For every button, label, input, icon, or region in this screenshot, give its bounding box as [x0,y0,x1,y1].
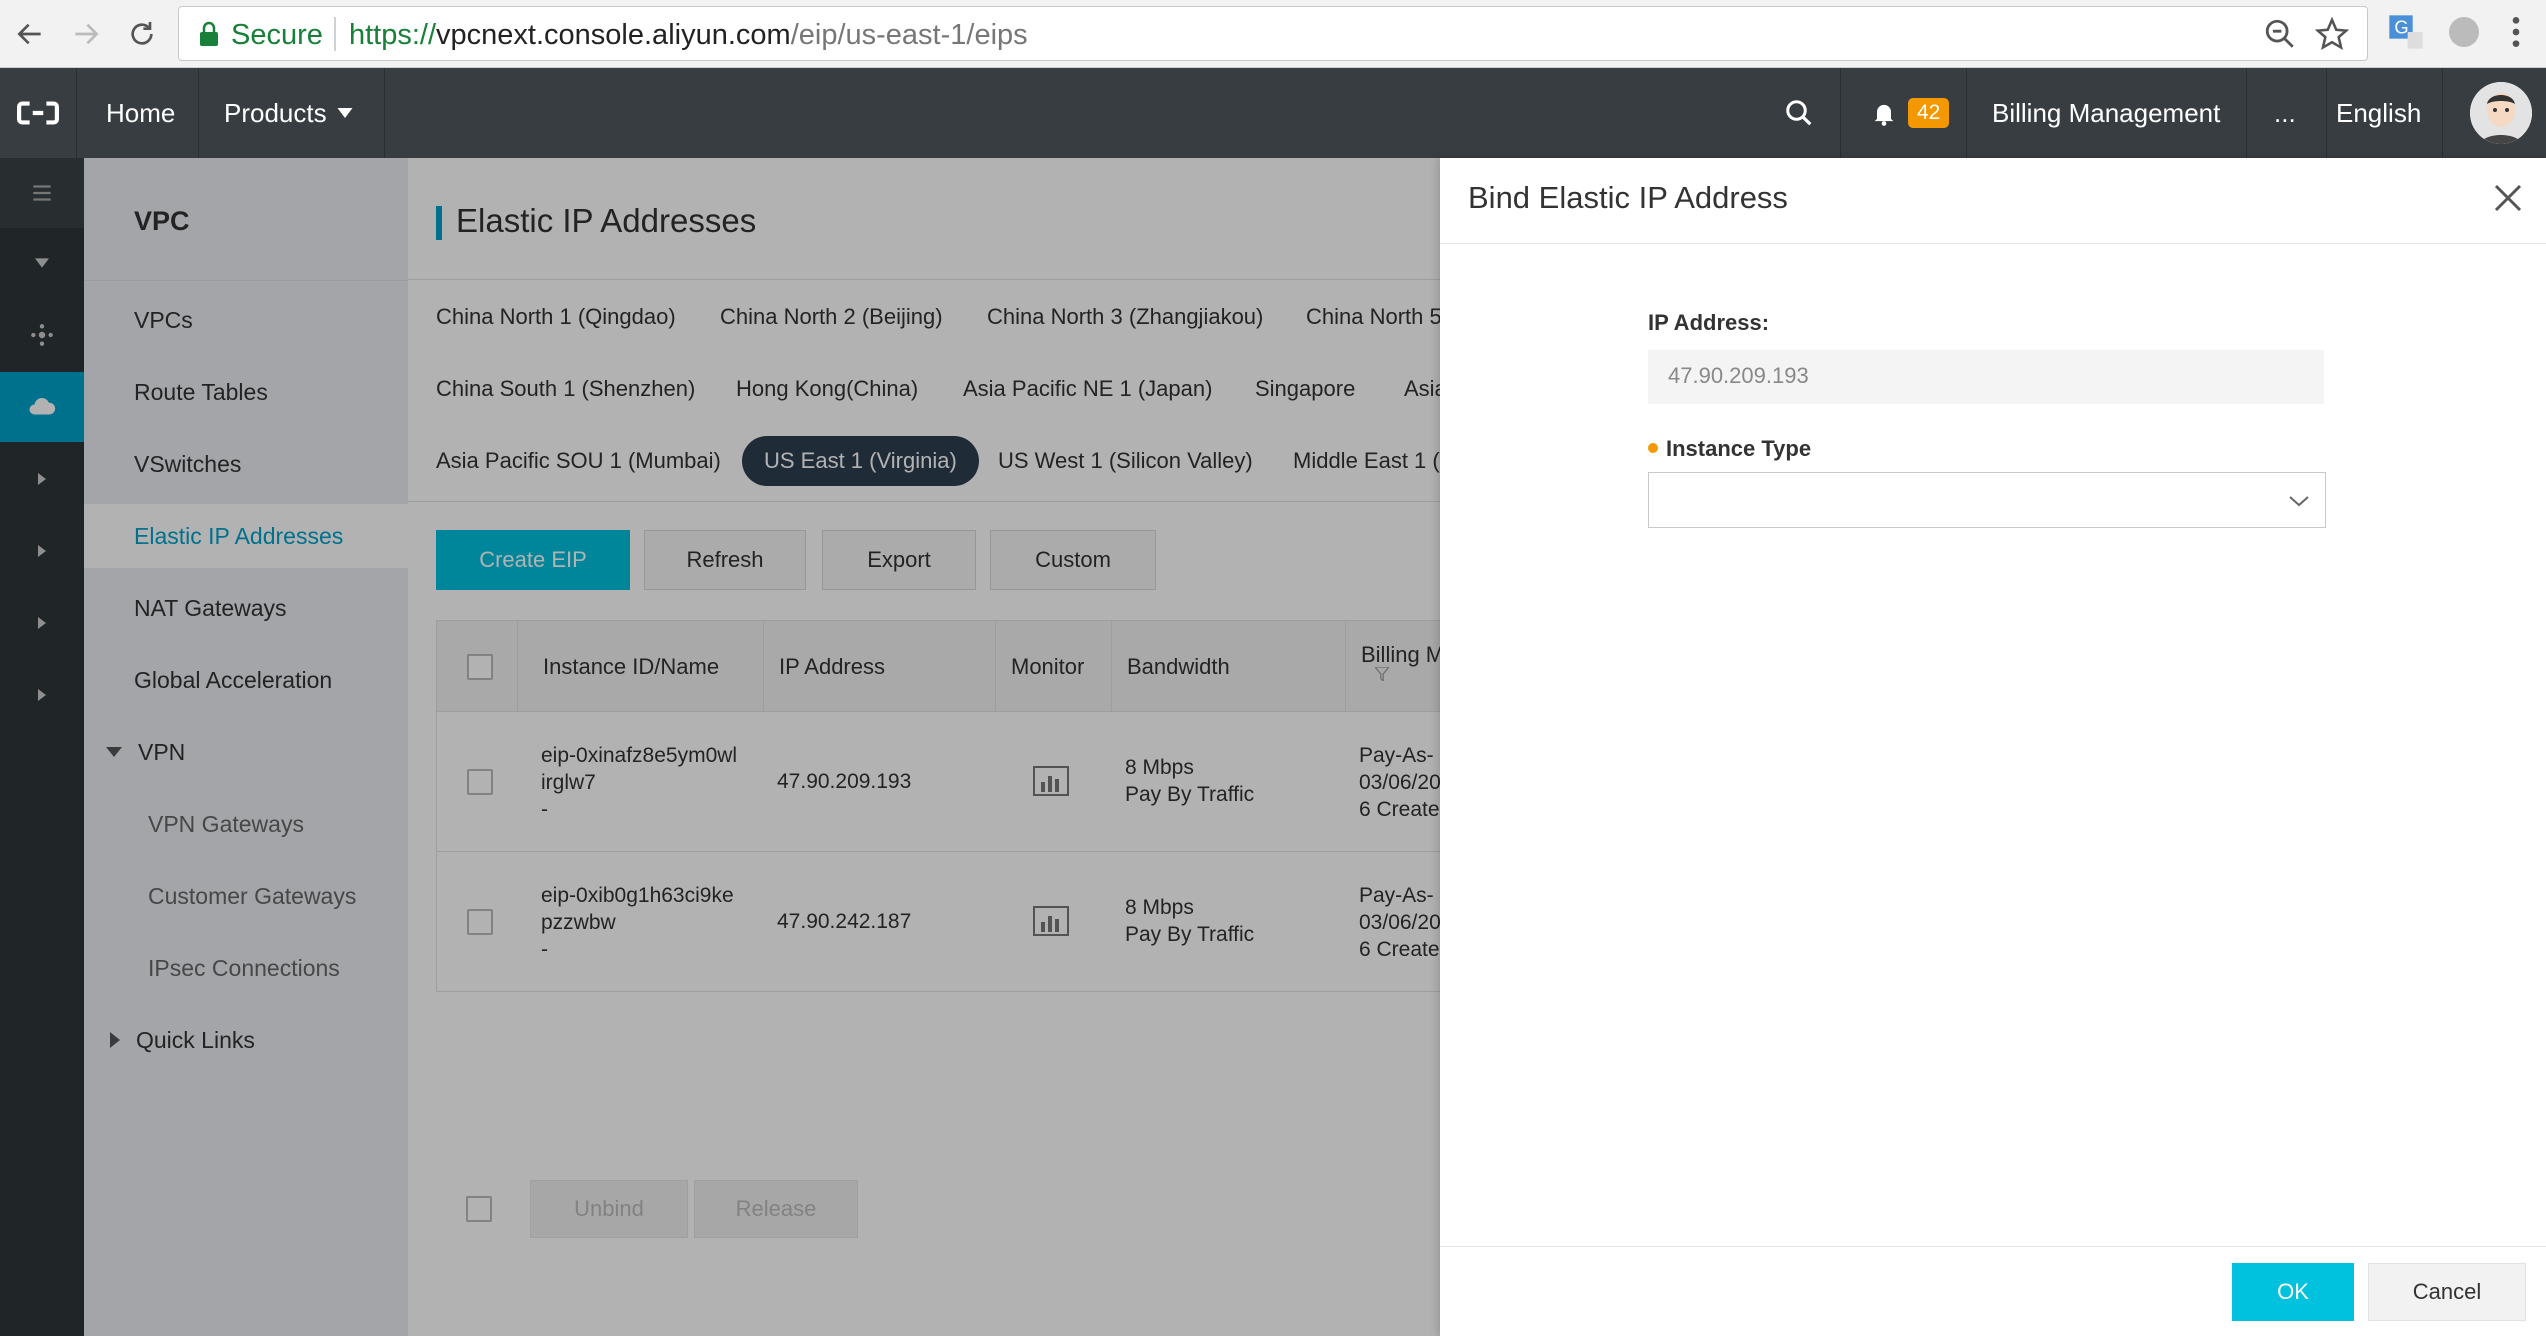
reload-icon[interactable] [120,12,164,56]
dialog-footer: OK Cancel [1440,1246,2546,1336]
products-label: Products [224,97,327,128]
dialog-title: Bind Elastic IP Address [1468,180,1788,215]
instance-type-label: Instance Type [1648,436,1811,462]
url-path: /eip/us-east-1/eips [790,19,1028,51]
notifications-badge: 42 [1908,98,1950,128]
home-link[interactable]: Home [82,68,199,158]
translate-extension-icon[interactable]: G [2386,12,2426,52]
back-icon[interactable] [8,12,52,56]
products-menu[interactable]: Products [200,68,377,158]
chevron-down-icon [2289,496,2309,507]
secure-label: Secure [231,19,323,51]
lock-icon [200,21,218,46]
notifications-button[interactable]: 42 [1846,68,1973,158]
ip-address-field: 47.90.209.193 [1648,350,2324,404]
url-scheme: https:// [349,19,437,51]
bind-eip-dialog: Bind Elastic IP Address IP Address: 47.9… [1440,158,2546,1336]
required-indicator [1648,443,1658,454]
cancel-button[interactable]: Cancel [2368,1263,2526,1321]
ip-address-label: IP Address: [1648,310,1770,335]
address-bar[interactable]: Secure https://vpcnext.console.aliyun.co… [178,6,2368,61]
forward-icon[interactable] [64,12,108,56]
dialog-header: Bind Elastic IP Address [1440,158,2546,244]
close-icon[interactable] [2490,180,2526,216]
address-separator [334,17,336,51]
bell-icon [1874,104,1894,126]
billing-management-link[interactable]: Billing Management [1968,68,2244,158]
aliyun-logo-icon[interactable] [0,68,76,158]
extension-icon[interactable] [2444,12,2484,52]
more-menu[interactable]: ... [2250,68,2320,158]
zoom-icon[interactable] [2263,17,2297,51]
instance-type-label-text: Instance Type [1666,436,1812,461]
caret-down-icon [337,108,353,118]
url-host: vpcnext.console.aliyun.com [436,19,791,51]
instance-type-select[interactable] [1648,472,2326,528]
bookmark-star-icon[interactable] [2315,17,2349,51]
search-icon [1786,100,1812,126]
user-avatar[interactable] [2470,82,2532,144]
url-text: https://vpcnext.console.aliyun.com/eip/u… [349,19,1028,52]
browser-menu-icon[interactable] [2496,12,2536,52]
browser-chrome: Secure https://vpcnext.console.aliyun.co… [0,0,2546,68]
search-button[interactable] [1760,68,1838,158]
modal-overlay[interactable] [0,158,1440,1336]
ok-button[interactable]: OK [2232,1263,2354,1321]
language-selector[interactable]: English [2312,68,2445,158]
console-topbar: Home Products 42 Billing Management ... … [0,68,2546,158]
svg-text:G: G [2394,17,2408,38]
